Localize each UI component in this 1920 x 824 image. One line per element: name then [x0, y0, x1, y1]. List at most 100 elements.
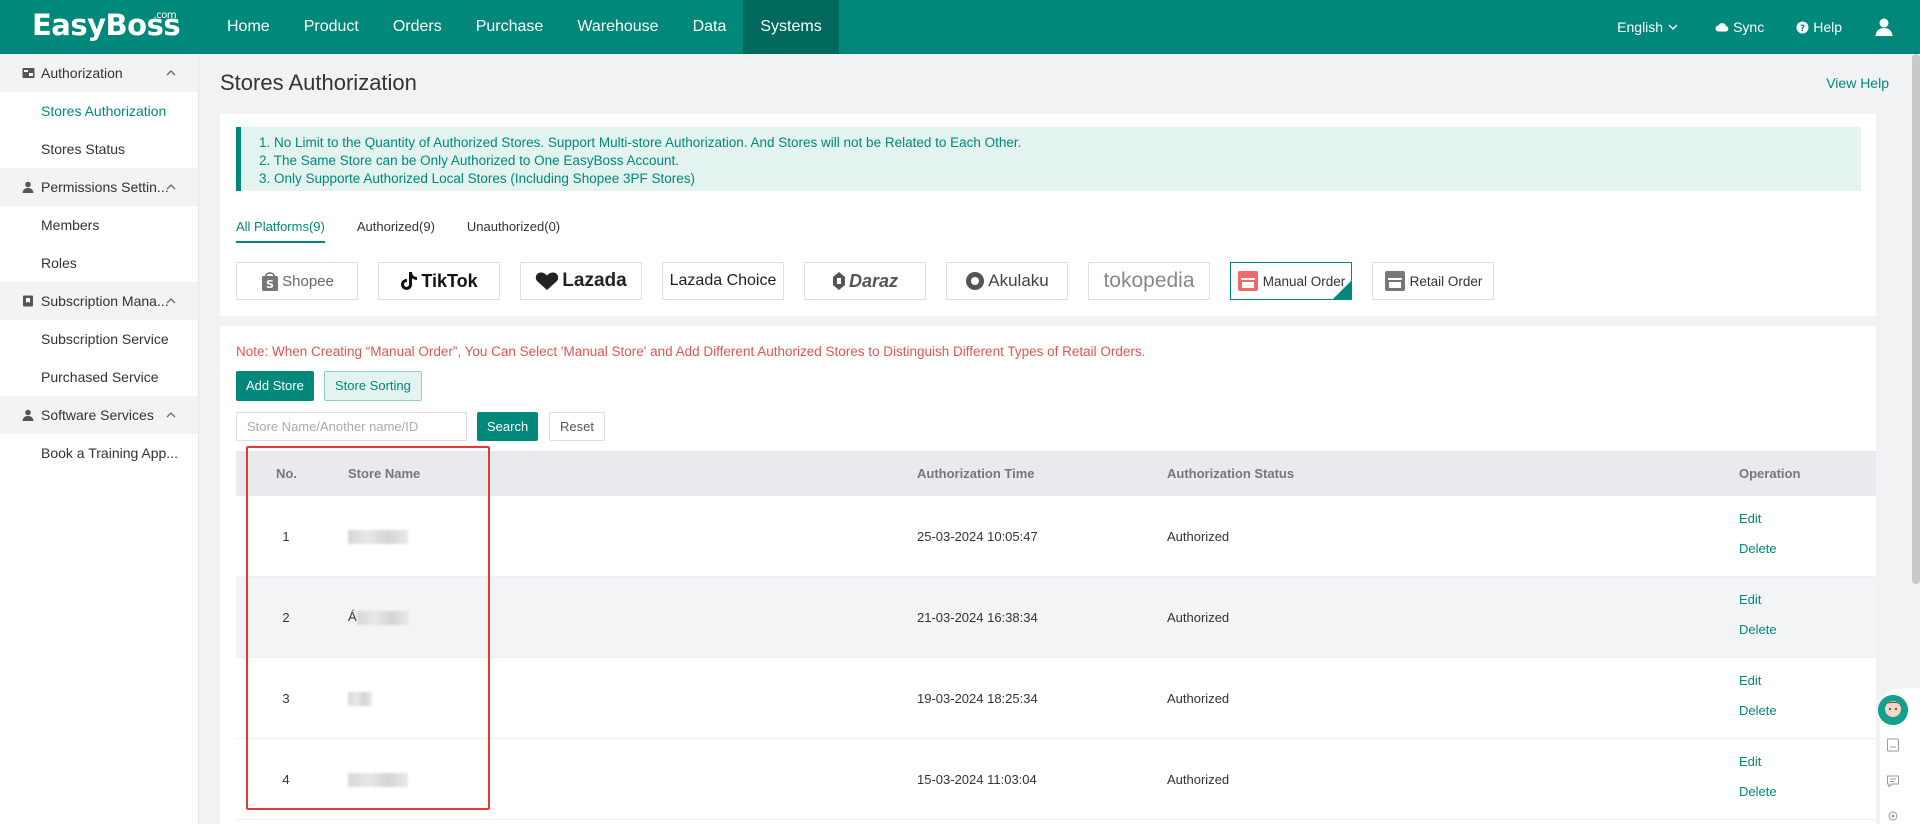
platform-lazada[interactable]: Lazada [520, 262, 642, 300]
sidebar-group-permissions[interactable]: Permissions Settin... [0, 168, 198, 206]
settings-icon[interactable] [1885, 808, 1901, 824]
sidebar-item-book-training[interactable]: Book a Training App... [0, 434, 198, 472]
tab-all-platforms[interactable]: All Platforms(9) [236, 219, 325, 243]
nav-product[interactable]: Product [287, 0, 376, 54]
store-icon [1384, 271, 1405, 291]
authorization-time: 25-03-2024 10:05:47 [917, 528, 1038, 544]
platform-shopee[interactable]: S Shopee [236, 262, 358, 300]
delete-link[interactable]: Delete [1739, 541, 1777, 556]
tab-authorized[interactable]: Authorized(9) [357, 219, 435, 243]
shopee-bag-icon: S [262, 272, 279, 291]
user-icon [1875, 18, 1893, 36]
platform-retail-order[interactable]: Retail Order [1372, 262, 1494, 300]
sidebar-group-subscription[interactable]: Subscription Mana... [0, 282, 198, 320]
help-button[interactable]: ? Help [1796, 19, 1842, 35]
user-account-button[interactable] [1874, 17, 1898, 37]
platform-akulaku[interactable]: Akulaku [946, 262, 1068, 300]
page-scrollbar[interactable] [1912, 54, 1920, 584]
nav-orders[interactable]: Orders [376, 0, 459, 54]
authorization-status: Authorized [1167, 528, 1230, 544]
add-store-button[interactable]: Add Store [236, 371, 314, 401]
authorization-time: 19-03-2024 18:25:34 [917, 690, 1038, 706]
edit-link[interactable]: Edit [1739, 592, 1777, 607]
edit-link[interactable]: Edit [1739, 511, 1777, 526]
user-icon [21, 180, 35, 194]
sidebar: Authorization Stores Authorization Store… [0, 54, 199, 824]
authorization-status: Authorized [1167, 609, 1230, 625]
chevron-up-icon [166, 184, 176, 190]
store-name-cell: Á [348, 609, 409, 625]
redacted-store-name [348, 772, 408, 787]
chevron-up-icon [166, 298, 176, 304]
sidebar-item-stores-authorization[interactable]: Stores Authorization [0, 92, 198, 130]
redacted-store-name [356, 610, 409, 625]
delete-link[interactable]: Delete [1739, 703, 1777, 718]
store-name-cell [348, 771, 408, 787]
user-icon [21, 408, 35, 422]
daraz-leaf-icon [832, 272, 845, 290]
easyboss-logo[interactable]: EasyBoss .com [32, 8, 181, 42]
bookmark-icon [21, 294, 35, 308]
sidebar-item-roles[interactable]: Roles [0, 244, 198, 282]
svg-text:?: ? [1800, 24, 1805, 34]
row-number: 4 [282, 771, 290, 787]
table-row: 3 19-03-2024 18:25:34 Authorized Edit De… [236, 658, 1876, 739]
nav-home[interactable]: Home [210, 0, 287, 54]
column-authorization-status: Authorization Status [1167, 466, 1295, 481]
platform-tokopedia[interactable]: tokopedia [1088, 262, 1210, 300]
notice-box: 1. No Limit to the Quantity of Authorize… [236, 127, 1861, 191]
row-number: 1 [282, 528, 290, 544]
reset-button[interactable]: Reset [549, 412, 605, 441]
selected-corner-mark [1333, 281, 1351, 299]
authorization-status: Authorized [1167, 690, 1230, 706]
language-selector[interactable]: English [1617, 19, 1683, 35]
sidebar-group-authorization[interactable]: Authorization [0, 54, 198, 92]
store-name-cell [348, 528, 408, 544]
chevron-up-icon [166, 70, 176, 76]
nav-warehouse[interactable]: Warehouse [560, 0, 675, 54]
platform-lazada-choice[interactable]: Lazada Choice [662, 262, 784, 300]
table-row: 1 25-03-2024 10:05:47 Authorized Edit De… [236, 496, 1876, 577]
svg-text:S: S [266, 278, 274, 291]
sidebar-group-software-services[interactable]: Software Services [0, 396, 198, 434]
delete-link[interactable]: Delete [1739, 784, 1777, 799]
store-search-input[interactable] [236, 412, 467, 441]
store-list-card: Note: When Creating “Manual Order”, You … [220, 326, 1876, 824]
edit-link[interactable]: Edit [1739, 754, 1777, 769]
nav-systems[interactable]: Systems [743, 0, 839, 54]
sidebar-item-members[interactable]: Members [0, 206, 198, 244]
store-sorting-button[interactable]: Store Sorting [324, 371, 422, 401]
nav-data[interactable]: Data [676, 0, 744, 54]
view-help-link[interactable]: View Help [1826, 75, 1889, 91]
column-operation: Operation [1739, 466, 1801, 481]
sync-button[interactable]: Sync [1715, 19, 1764, 35]
platform-card: 1. No Limit to the Quantity of Authorize… [220, 114, 1876, 316]
redacted-store-name [348, 529, 408, 544]
column-authorization-time: Authorization Time [917, 466, 1035, 481]
sidebar-item-stores-status[interactable]: Stores Status [0, 130, 198, 168]
notebook-icon[interactable] [1885, 737, 1901, 753]
chat-icon[interactable] [1885, 773, 1901, 789]
platform-manual-order[interactable]: Manual Order [1230, 262, 1352, 300]
support-avatar-icon[interactable] [1878, 695, 1908, 725]
search-button[interactable]: Search [477, 412, 539, 441]
platform-tiktok[interactable]: TikTok [378, 262, 500, 300]
tab-unauthorized[interactable]: Unauthorized(0) [467, 219, 560, 243]
notice-line: 1. No Limit to the Quantity of Authorize… [259, 135, 1022, 150]
nav-purchase[interactable]: Purchase [459, 0, 561, 54]
platform-daraz[interactable]: Daraz [804, 262, 926, 300]
akulaku-circle-icon [966, 272, 985, 290]
question-circle-icon: ? [1796, 21, 1809, 34]
store-name-cell [348, 690, 372, 706]
row-operations: Edit Delete [1739, 754, 1777, 814]
sidebar-item-purchased-service[interactable]: Purchased Service [0, 358, 198, 396]
lazada-heart-icon [536, 272, 559, 290]
row-number: 2 [282, 609, 290, 625]
status-tabs: All Platforms(9) Authorized(9) Unauthori… [236, 219, 592, 243]
sidebar-item-subscription-service[interactable]: Subscription Service [0, 320, 198, 358]
chevron-up-icon [166, 412, 176, 418]
store-name: Á [348, 609, 357, 625]
row-operations: Edit Delete [1739, 511, 1777, 571]
edit-link[interactable]: Edit [1739, 673, 1777, 688]
delete-link[interactable]: Delete [1739, 622, 1777, 637]
